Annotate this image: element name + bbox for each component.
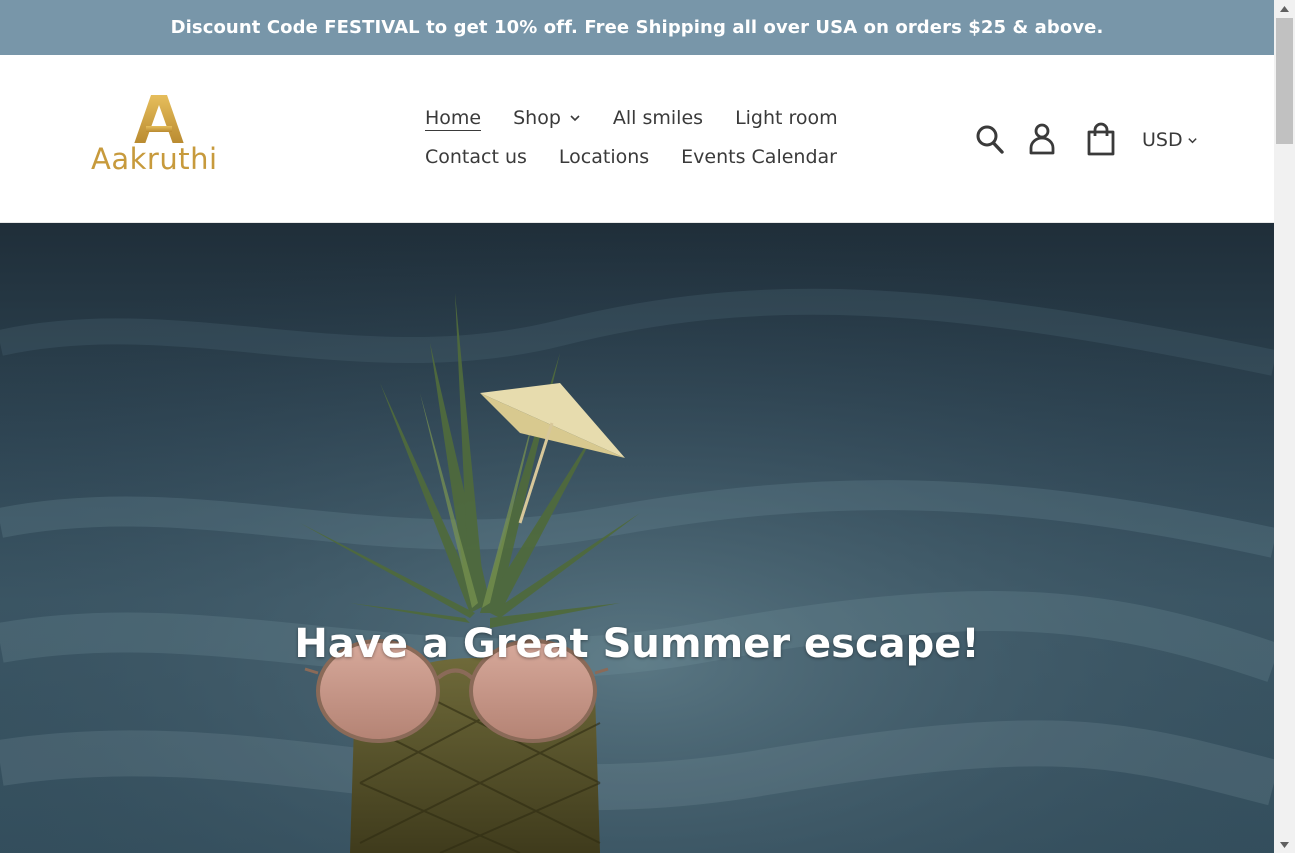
caret-down-icon xyxy=(1280,841,1289,848)
nav-light-room-label: Light room xyxy=(735,107,838,129)
hero-title: Have a Great Summer escape! xyxy=(294,621,980,667)
announcement-bar: Discount Code FESTIVAL to get 10% off. F… xyxy=(0,0,1274,55)
user-icon xyxy=(1029,123,1055,155)
scroll-down-arrow[interactable] xyxy=(1274,836,1295,853)
nav-contact-us[interactable]: Contact us xyxy=(425,144,527,170)
nav-contact-us-label: Contact us xyxy=(425,146,527,168)
shopping-bag-icon xyxy=(1087,122,1115,156)
scroll-thumb[interactable] xyxy=(1276,18,1293,144)
nav-locations[interactable]: Locations xyxy=(559,144,649,170)
nav-row: Home Shop All smiles Light room xyxy=(425,105,870,131)
page: Discount Code FESTIVAL to get 10% off. F… xyxy=(0,0,1274,853)
scroll-up-arrow[interactable] xyxy=(1274,0,1295,17)
hero-banner[interactable]: Have a Great Summer escape! xyxy=(0,223,1274,853)
currency-selector[interactable]: USD xyxy=(1142,129,1198,151)
cart-button[interactable] xyxy=(1085,121,1117,157)
currency-value: USD xyxy=(1142,129,1183,151)
nav-shop[interactable]: Shop xyxy=(513,105,581,131)
search-icon xyxy=(976,125,1004,154)
nav-home[interactable]: Home xyxy=(425,105,482,131)
nav-home-label: Home xyxy=(425,106,482,129)
nav-light-room[interactable]: Light room xyxy=(735,105,838,131)
announcement-text: Discount Code FESTIVAL to get 10% off. F… xyxy=(170,17,1104,38)
nav-all-smiles-label: All smiles xyxy=(612,107,704,129)
nav-all-smiles[interactable]: All smiles xyxy=(613,105,703,131)
caret-up-icon xyxy=(1280,5,1289,12)
letter-a-logo-icon xyxy=(134,95,184,143)
chevron-down-icon xyxy=(1187,137,1197,143)
account-button[interactable] xyxy=(1027,122,1057,156)
nav-row: Contact us Locations Events Calendar xyxy=(425,144,869,170)
logo-text: Aakruthi xyxy=(91,142,218,176)
chevron-down-icon xyxy=(570,115,580,122)
nav-events-calendar[interactable]: Events Calendar xyxy=(681,144,837,170)
nav-locations-label: Locations xyxy=(558,146,650,168)
site-header: Aakruthi Home Shop All smiles Light room… xyxy=(0,55,1274,223)
site-logo[interactable]: Aakruthi xyxy=(86,93,236,181)
nav-events-calendar-label: Events Calendar xyxy=(681,146,837,168)
vertical-scrollbar[interactable] xyxy=(1274,0,1295,853)
hero-image xyxy=(0,223,1274,853)
nav-shop-label: Shop xyxy=(513,107,561,129)
search-button[interactable] xyxy=(975,124,1005,156)
